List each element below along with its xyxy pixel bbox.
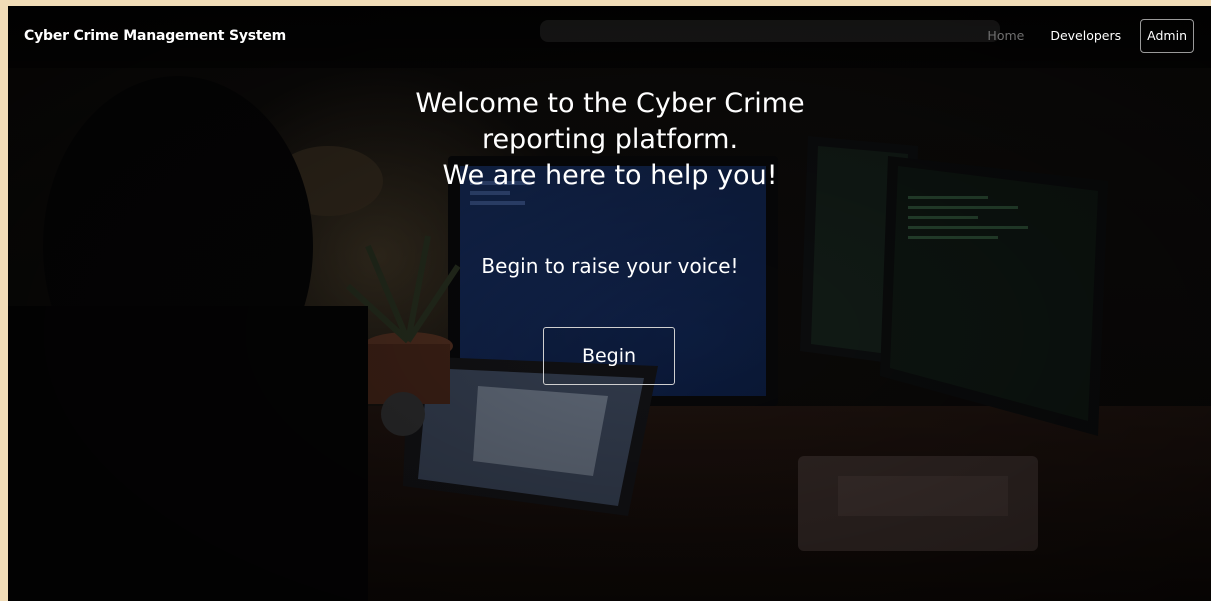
hero-title-line-3: We are here to help you! <box>442 160 778 191</box>
hero-title: Welcome to the Cyber Crime reporting pla… <box>308 86 912 194</box>
nav-admin-button[interactable]: Admin <box>1140 19 1194 53</box>
hero-subtitle: Begin to raise your voice! <box>481 254 739 278</box>
brand-link[interactable]: Cyber Crime Management System <box>24 28 286 44</box>
hero-title-line-1: Welcome to the Cyber Crime <box>415 88 805 119</box>
nav-links: Home Developers Admin <box>974 19 1194 53</box>
begin-button[interactable]: Begin <box>543 327 675 385</box>
nav-home-link[interactable]: Home <box>974 20 1037 52</box>
top-navbar: Cyber Crime Management System Home Devel… <box>8 6 1211 68</box>
app-window: Cyber Crime Management System Home Devel… <box>8 6 1211 601</box>
navbar-blank-strip <box>540 20 1000 42</box>
hero-title-line-2: reporting platform. <box>481 124 739 155</box>
nav-developers-link[interactable]: Developers <box>1037 20 1134 52</box>
